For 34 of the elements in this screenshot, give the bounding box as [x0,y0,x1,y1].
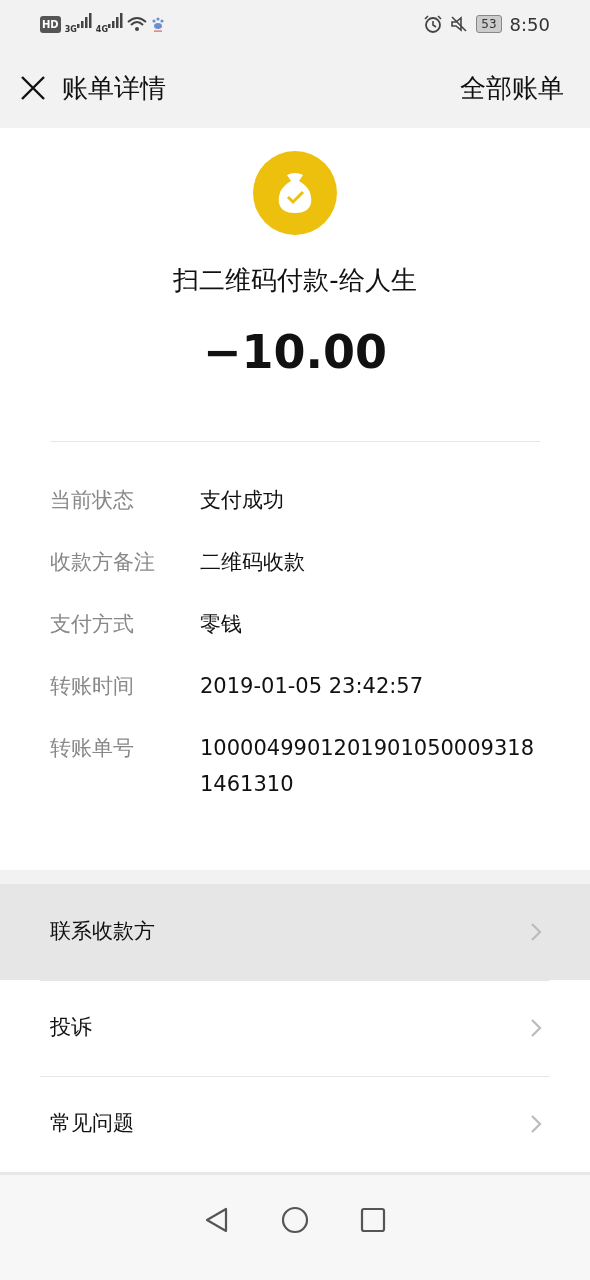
detail-value: 零钱 [200,611,243,638]
hd-badge: HD [40,15,61,33]
detail-label: 当前状态 [50,487,135,514]
all-bills-link[interactable]: 全部账单 [460,68,564,108]
battery-indicator: 53 [476,15,502,33]
chevron-icon [530,1018,542,1038]
menu-item-label: 投诉 [50,1014,92,1042]
close-icon[interactable] [20,75,46,101]
chevron-icon [530,922,542,942]
detail-label: 收款方备注 [50,549,156,576]
detail-value: 2019-01-05 23:42:57 [200,673,425,700]
menu-item-label: 联系收款方 [50,918,155,946]
page-title: 账单详情 [62,71,166,105]
paw-icon [150,16,165,32]
detail-label: 转账时间 [50,673,135,700]
detail-label: 支付方式 [50,611,135,638]
wifi-icon [126,16,147,32]
detail-value: 支付成功 [200,487,285,514]
chevron-icon [530,1114,542,1134]
menu-item[interactable]: 常见问题 [0,1076,590,1172]
menu-item[interactable]: 投诉 [0,980,590,1076]
detail-value: 10000499012019010500093181461310 [200,735,536,798]
menu-item-label: 常见问题 [50,1110,134,1138]
menu-item[interactable]: 联系收款方 [0,884,590,980]
money-bag-icon [253,151,337,235]
mute-icon [450,15,469,33]
alarm-icon [424,15,443,33]
payment-title: 扫二维码付款-给人生 [173,264,417,297]
clock-time: 8:50 [509,12,550,37]
detail-value: 二维码收款 [200,549,306,576]
detail-label: 转账单号 [50,735,135,762]
network-type: 4G [95,24,108,36]
amount: −10.00 [202,324,387,381]
network-type: 3G [64,24,77,36]
